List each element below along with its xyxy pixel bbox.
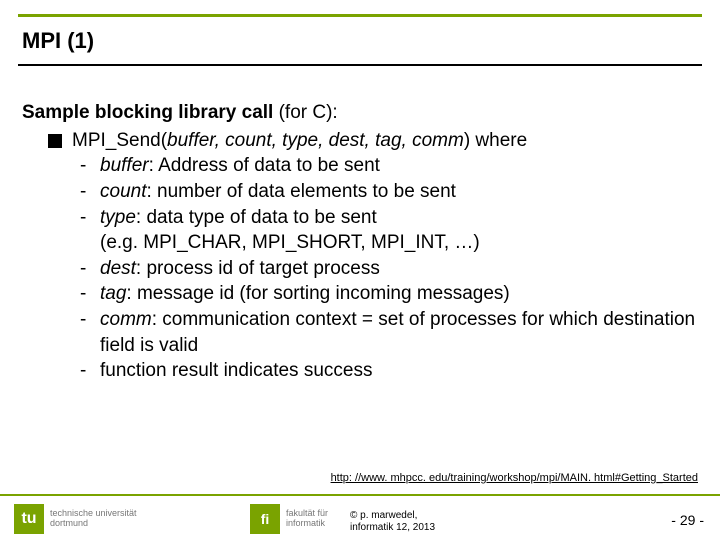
slide-title: MPI (1) (22, 28, 94, 54)
source-link[interactable]: http: //www. mhpcc. edu/training/worksho… (331, 472, 698, 484)
footer: tu technische universität dortmund fi fa… (0, 494, 720, 540)
param-desc: : number of data elements to be sent (146, 181, 455, 202)
square-bullet-icon (48, 134, 62, 148)
fi-mark-icon: fi (250, 504, 280, 534)
dash-text: count: number of data elements to be sen… (100, 179, 698, 205)
dash-item: -tag: message id (for sorting incoming m… (80, 281, 698, 307)
dash-item: -dest: process id of target process (80, 256, 698, 282)
dash-item: -buffer: Address of data to be sent (80, 153, 698, 179)
dash-item: -comm: communication context = set of pr… (80, 307, 698, 358)
title-rule (18, 64, 702, 66)
intro-bold: Sample blocking library call (22, 102, 273, 123)
tu-mark-icon: tu (14, 504, 44, 534)
tu-text: technische universität dortmund (50, 509, 137, 529)
logo-tu: tu technische universität dortmund (14, 504, 137, 534)
dash-item: -function result indicates success (80, 358, 698, 384)
intro-line: Sample blocking library call (for C): (22, 100, 698, 126)
dash-list: -buffer: Address of data to be sent-coun… (80, 153, 698, 384)
dash-item: -count: number of data elements to be se… (80, 179, 698, 205)
dash-icon: - (80, 307, 94, 358)
param-name: buffer (100, 155, 149, 176)
dash-icon: - (80, 153, 94, 179)
copy-line1: © p. marwedel, (350, 510, 435, 522)
dash-text: buffer: Address of data to be sent (100, 153, 698, 179)
param-desc2: (e.g. MPI_CHAR, MPI_SHORT, MPI_INT, …) (100, 232, 480, 253)
param-name: count (100, 181, 146, 202)
dash-icon: - (80, 281, 94, 307)
bullet-text: MPI_Send(buffer, count, type, dest, tag,… (72, 128, 527, 154)
param-name: comm (100, 309, 152, 330)
call-suffix: ) where (464, 130, 527, 151)
fi-text: fakultät für informatik (286, 509, 328, 529)
logo-fi: fi fakultät für informatik (250, 504, 328, 534)
top-rule (18, 14, 702, 17)
fi-line2: informatik (286, 519, 328, 529)
param-desc: : message id (for sorting incoming messa… (126, 283, 509, 304)
call-name: MPI_Send( (72, 130, 167, 151)
param-name: tag (100, 283, 126, 304)
param-desc: : process id of target process (136, 258, 380, 279)
copyright: © p. marwedel, informatik 12, 2013 (350, 510, 435, 534)
param-name: type (100, 207, 136, 228)
copy-line2: informatik 12, 2013 (350, 522, 435, 534)
dash-icon: - (80, 256, 94, 282)
content-block: Sample blocking library call (for C): MP… (22, 100, 698, 384)
dash-text: dest: process id of target process (100, 256, 698, 282)
dash-text: comm: communication context = set of pro… (100, 307, 698, 358)
call-args: buffer, count, type, dest, tag, comm (167, 130, 464, 151)
dash-icon: - (80, 179, 94, 205)
page-number: - 29 - (671, 512, 704, 528)
dash-text: function result indicates success (100, 358, 698, 384)
page-suffix: - (695, 512, 704, 528)
dash-icon: - (80, 358, 94, 384)
dash-text: tag: message id (for sorting incoming me… (100, 281, 698, 307)
dash-text: type: data type of data to be sent (e.g. … (100, 205, 698, 256)
param-desc: : Address of data to be sent (149, 155, 380, 176)
param-desc: : communication context = set of process… (100, 309, 695, 356)
dash-item: -type: data type of data to be sent (e.g.… (80, 205, 698, 256)
main-bullet: MPI_Send(buffer, count, type, dest, tag,… (22, 128, 698, 154)
page-prefix: - (671, 512, 680, 528)
dash-icon: - (80, 205, 94, 256)
intro-rest: (for C): (273, 102, 337, 123)
param-name: dest (100, 258, 136, 279)
tu-line2: dortmund (50, 519, 137, 529)
page-num: 29 (680, 512, 696, 528)
param-desc: : data type of data to be sent (136, 207, 377, 228)
